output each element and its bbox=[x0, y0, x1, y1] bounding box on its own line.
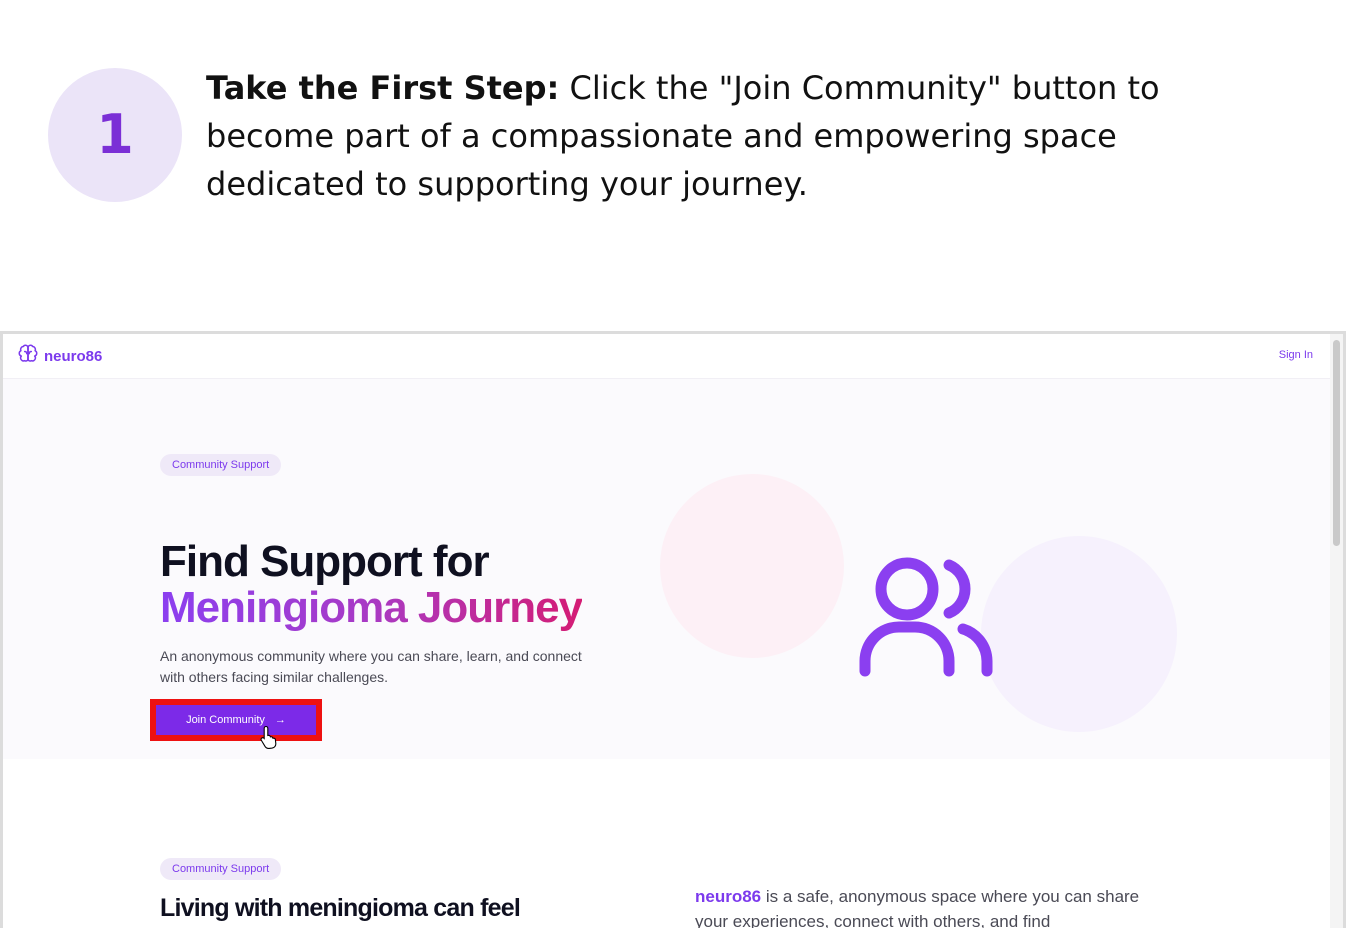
brain-icon bbox=[18, 344, 38, 368]
hero-heading: Find Support for Meningioma Journey bbox=[160, 537, 583, 632]
hand-cursor-icon bbox=[260, 725, 280, 753]
website-screenshot: neuro86 Sign In Community Support Find S… bbox=[0, 331, 1346, 928]
hero-heading-line1: Find Support for bbox=[160, 537, 490, 586]
decorative-circle-pink bbox=[660, 474, 844, 658]
hero-heading-line2: Meningioma Journey bbox=[160, 583, 583, 632]
step-number: 1 bbox=[96, 103, 134, 166]
section2-description: neuro86 is a safe, anonymous space where… bbox=[695, 884, 1165, 928]
logo-text: neuro86 bbox=[44, 347, 103, 365]
join-community-button[interactable]: Join Community → bbox=[156, 705, 316, 735]
step-number-circle: 1 bbox=[48, 68, 182, 202]
scrollbar[interactable] bbox=[1330, 334, 1343, 928]
scrollbar-thumb[interactable] bbox=[1333, 340, 1340, 546]
site-navbar: neuro86 Sign In bbox=[3, 334, 1331, 379]
section2-text: is a safe, anonymous space where you can… bbox=[695, 887, 1140, 928]
hero-badge: Community Support bbox=[160, 454, 282, 476]
step-instruction: Take the First Step: Click the "Join Com… bbox=[206, 64, 1206, 208]
join-community-label: Join Community bbox=[186, 714, 265, 726]
step-title: Take the First Step: bbox=[206, 69, 560, 107]
section2-badge: Community Support bbox=[160, 858, 282, 880]
sign-in-link[interactable]: Sign In bbox=[1279, 349, 1313, 361]
hero-description: An anonymous community where you can sha… bbox=[160, 648, 582, 685]
site-logo[interactable]: neuro86 bbox=[18, 344, 102, 368]
section2-title: Living with meningioma can feel bbox=[160, 894, 521, 922]
hero-section: Community Support Find Support for Menin… bbox=[3, 379, 1331, 759]
section2-brand: neuro86 bbox=[695, 887, 762, 906]
users-icon bbox=[853, 553, 999, 687]
decorative-circle-lavender bbox=[981, 536, 1177, 732]
